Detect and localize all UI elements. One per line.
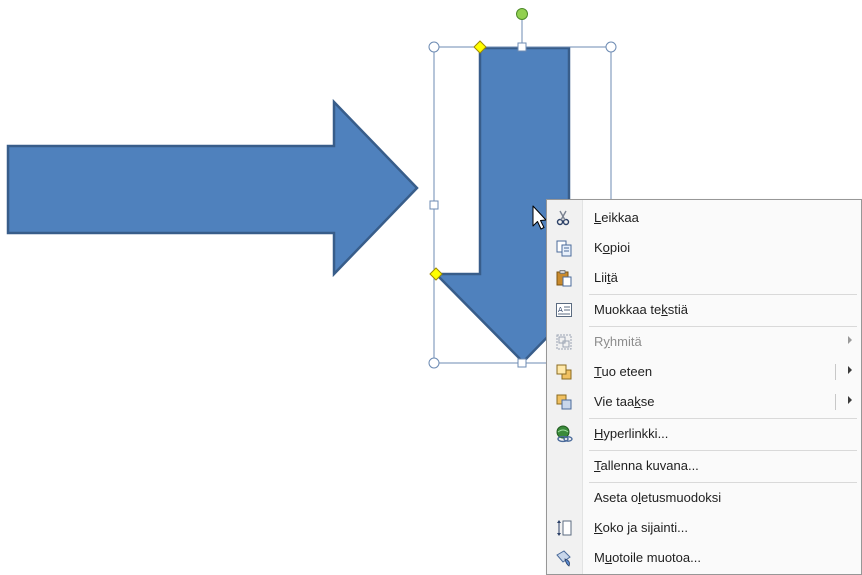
menu-item-label: Tuo eteen: [594, 364, 653, 379]
copy-icon: [555, 239, 573, 257]
resize-handle-bottom[interactable]: [517, 358, 527, 368]
menu-separator: [589, 294, 857, 295]
menu-item-paste[interactable]: Liitä: [547, 264, 861, 292]
submenu-arrow-icon: [848, 336, 852, 344]
format-shape-icon: [555, 549, 573, 567]
menu-item-set-default-shape[interactable]: Aseta oletusmuodoksi: [547, 484, 861, 512]
hyperlink-icon: [555, 425, 573, 443]
menu-separator: [589, 450, 857, 451]
send-backward-icon: [555, 393, 573, 411]
menu-item-size-position[interactable]: Koko ja sijainti...: [547, 514, 861, 542]
menu-item-send-backward[interactable]: Vie taakse: [547, 388, 861, 416]
menu-item-label: Koko ja sijainti...: [594, 520, 688, 535]
menu-item-group[interactable]: Ryhmitä: [547, 328, 861, 356]
submenu-arrow-icon[interactable]: [848, 366, 852, 374]
menu-item-format-shape[interactable]: Muotoile muotoa...: [547, 544, 861, 572]
resize-handle-bottom-left[interactable]: [428, 357, 440, 369]
cut-icon: [555, 209, 573, 227]
menu-item-save-as-picture[interactable]: Tallenna kuvana...: [547, 452, 861, 480]
menu-item-label: Hyperlinkki...: [594, 426, 669, 441]
menu-item-label: Aseta oletusmuodoksi: [594, 490, 722, 505]
menu-item-label: Ryhmitä: [594, 334, 642, 349]
menu-item-edit-text[interactable]: A Muokkaa tekstiä: [547, 296, 861, 324]
split-divider: [835, 364, 836, 380]
menu-separator: [589, 482, 857, 483]
context-menu: Leikkaa Kopioi Liitä A Muokkaa tekstiä R…: [546, 199, 862, 575]
resize-handle-left[interactable]: [429, 200, 439, 210]
resize-handle-top-left[interactable]: [428, 41, 440, 53]
resize-handle-top[interactable]: [517, 42, 527, 52]
menu-separator: [589, 418, 857, 419]
resize-handle-top-right[interactable]: [605, 41, 617, 53]
menu-item-label: Kopioi: [594, 240, 631, 255]
menu-item-label: Liitä: [594, 270, 618, 285]
bring-forward-icon: [555, 363, 573, 381]
group-icon: [555, 333, 573, 351]
menu-item-label: Muokkaa tekstiä: [594, 302, 688, 317]
rotate-handle[interactable]: [516, 8, 528, 20]
menu-item-copy[interactable]: Kopioi: [547, 234, 861, 262]
split-divider: [835, 394, 836, 410]
menu-item-hyperlink[interactable]: Hyperlinkki...: [547, 420, 861, 448]
edit-text-icon: A: [555, 301, 573, 319]
menu-item-label: Vie taakse: [594, 394, 655, 409]
submenu-arrow-icon[interactable]: [848, 396, 852, 404]
size-position-icon: [555, 519, 573, 537]
menu-item-label: Muotoile muotoa...: [594, 550, 701, 565]
svg-text:A: A: [558, 306, 563, 314]
menu-item-label: Tallenna kuvana...: [594, 458, 699, 473]
menu-item-cut[interactable]: Leikkaa: [547, 204, 861, 232]
menu-separator: [589, 326, 857, 327]
menu-item-bring-forward[interactable]: Tuo eteen: [547, 358, 861, 386]
menu-item-label: Leikkaa: [594, 210, 639, 225]
paste-icon: [555, 269, 573, 287]
right-arrow-shape[interactable]: [6, 98, 419, 278]
